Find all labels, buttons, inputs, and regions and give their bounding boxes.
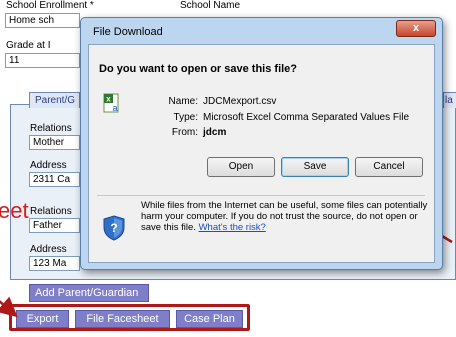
dialog-title: File Download: [93, 26, 163, 38]
name-label: Name:: [168, 96, 198, 107]
svg-text:x: x: [106, 95, 111, 104]
from-label: From:: [171, 127, 198, 138]
excel-csv-file-icon: x a: [103, 93, 123, 118]
whats-the-risk-link[interactable]: What's the risk?: [199, 222, 266, 233]
save-button[interactable]: Save: [281, 157, 349, 177]
svg-text:a: a: [112, 103, 117, 113]
from-value: jdcm: [203, 127, 227, 138]
dialog-body: Do you want to open or save this file? x…: [88, 44, 435, 263]
cancel-button[interactable]: Cancel: [355, 157, 423, 177]
type-label: Type:: [173, 112, 198, 123]
warning-text: While files from the Internet can be use…: [141, 200, 428, 233]
file-download-dialog: File Download x Do you want to open or s…: [80, 17, 443, 270]
file-type-value: Microsoft Excel Comma Separated Values F…: [203, 112, 410, 123]
dialog-separator: [97, 195, 425, 196]
close-icon[interactable]: x: [396, 20, 436, 37]
dialog-question: Do you want to open or save this file?: [99, 63, 298, 75]
svg-text:?: ?: [110, 221, 117, 235]
file-name-value: JDCMexport.csv: [203, 96, 277, 107]
arrow-to-export: [0, 296, 18, 318]
security-shield-icon: ?: [103, 215, 125, 244]
security-warning: While files from the Internet can be use…: [141, 200, 431, 233]
open-button[interactable]: Open: [207, 157, 275, 177]
